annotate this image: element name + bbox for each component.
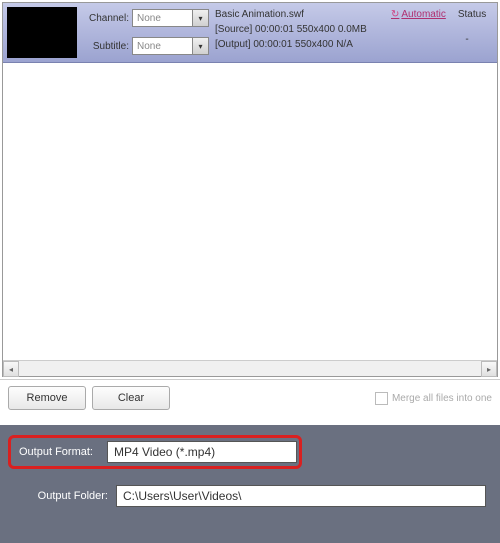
source-info: [Source] 00:00:01 550x400 0.0MB [215, 24, 383, 35]
file-row[interactable]: Channel: None ▾ Subtitle: None ▾ Basic A… [3, 3, 497, 63]
chevron-down-icon: ▾ [192, 38, 208, 54]
chevron-down-icon: ▾ [192, 10, 208, 26]
status-header: Status [458, 9, 486, 20]
scroll-right-icon[interactable]: ▸ [481, 361, 497, 377]
file-controls: Channel: None ▾ Subtitle: None ▾ [81, 3, 211, 62]
scroll-track[interactable] [19, 361, 481, 376]
refresh-icon: ↻ [391, 9, 399, 20]
subtitle-value: None [137, 41, 161, 52]
output-folder-field[interactable]: C:\Users\User\Videos\ [116, 485, 486, 507]
subtitle-dropdown[interactable]: None ▾ [132, 37, 209, 55]
output-folder-row: Output Folder: C:\Users\User\Videos\ [8, 485, 492, 507]
channel-dropdown[interactable]: None ▾ [132, 9, 209, 27]
file-thumbnail [7, 7, 77, 58]
merge-checkbox[interactable] [375, 392, 388, 405]
scroll-left-icon[interactable]: ◂ [3, 361, 19, 377]
file-status-col: ↻ Automatic Status - [387, 3, 497, 62]
file-info: Basic Animation.swf [Source] 00:00:01 55… [211, 3, 387, 62]
channel-value: None [137, 13, 161, 24]
merge-checkbox-row[interactable]: Merge all files into one [375, 392, 492, 405]
status-value: - [441, 34, 493, 45]
horizontal-scrollbar[interactable]: ◂ ▸ [3, 360, 497, 376]
channel-label: Channel: [83, 13, 129, 24]
output-format-field[interactable]: MP4 Video (*.mp4) [107, 441, 297, 463]
output-folder-label: Output Folder: [8, 490, 108, 502]
subtitle-label: Subtitle: [83, 41, 129, 52]
action-bar: Remove Clear Merge all files into one [0, 379, 500, 416]
automatic-link[interactable]: ↻ Automatic [391, 9, 446, 20]
merge-label: Merge all files into one [392, 393, 492, 404]
output-info: [Output] 00:00:01 550x400 N/A [215, 39, 383, 50]
output-format-row: Output Format: MP4 Video (*.mp4) [8, 435, 492, 469]
file-name: Basic Animation.swf [215, 9, 383, 20]
output-format-label: Output Format: [13, 440, 99, 464]
file-list-area: Channel: None ▾ Subtitle: None ▾ Basic A… [2, 2, 498, 377]
settings-bar: Output Format: MP4 Video (*.mp4) Output … [0, 424, 500, 543]
remove-button[interactable]: Remove [8, 386, 86, 410]
automatic-label: Automatic [401, 9, 445, 20]
clear-button[interactable]: Clear [92, 386, 170, 410]
